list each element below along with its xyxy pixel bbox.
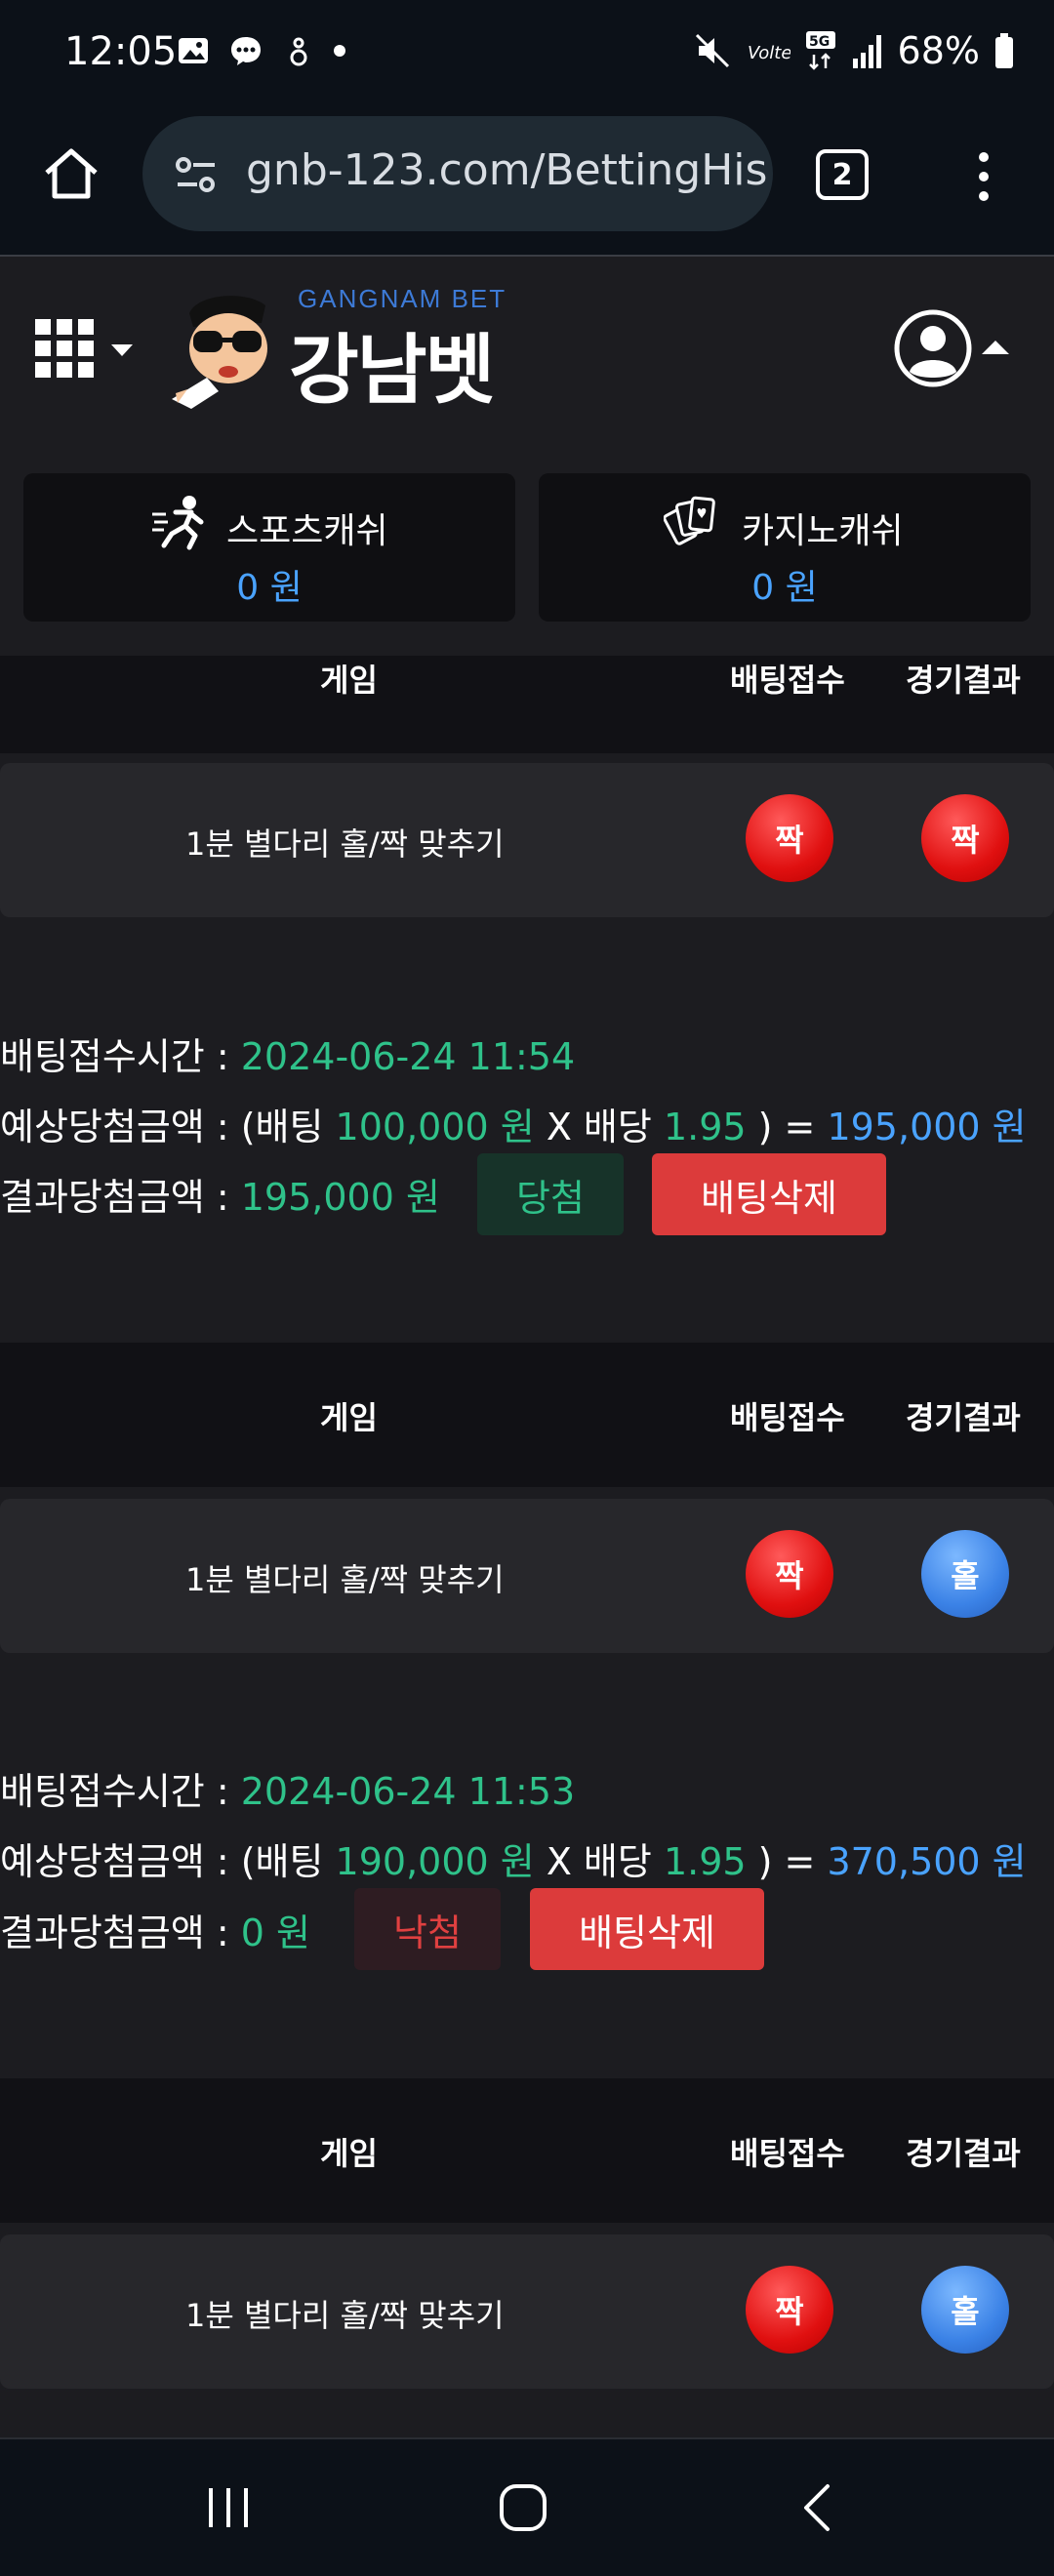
casino-cash-value: 0 원	[751, 568, 818, 608]
clock: 12:05	[64, 29, 178, 74]
game-name: 1분 별다리 홀/짝 맞추기	[185, 2297, 505, 2334]
expected-payout-line: 예상당첨금액 : (배팅 190,000 원 X 배당 1.95 ) = 370…	[0, 1831, 1027, 1885]
odds-label: X 배당	[534, 1840, 664, 1883]
bet-row: 1분 별다리 홀/짝 맞추기 짝 홀	[0, 2234, 1054, 2389]
header-result: 경기결과	[906, 2135, 1021, 2172]
gallery-icon	[179, 38, 208, 63]
battery-percent: 68%	[897, 29, 980, 72]
more-menu-icon[interactable]	[964, 147, 1003, 206]
delete-bet-button[interactable]: 배팅삭제	[652, 1153, 886, 1235]
system-navigation-bar	[0, 2437, 1054, 2576]
win-amount-label: 결과당첨금액 :	[0, 1176, 241, 1219]
home-icon[interactable]	[39, 141, 103, 206]
win-amount-label: 결과당첨금액 :	[0, 1912, 241, 1954]
header-game: 게임	[320, 662, 378, 699]
bet-time-value: 2024-06-24 11:53	[240, 1770, 576, 1813]
win-amount-value: 195,000 원	[240, 1176, 440, 1219]
url-text[interactable]: gnb-123.com/BettingHis	[246, 145, 767, 195]
bet-time-label: 배팅접수시간 :	[0, 1035, 241, 1078]
odds-value: 1.95	[663, 1106, 747, 1148]
user-account-icon[interactable]	[892, 307, 1019, 391]
logo-title: 강남벳	[289, 327, 495, 415]
header-result: 경기결과	[906, 1399, 1021, 1436]
playing-cards-icon	[664, 496, 715, 545]
odds-label: X 배당	[534, 1106, 664, 1148]
expected-value: 195,000 원	[827, 1106, 1027, 1148]
game-name: 1분 별다리 홀/짝 맞추기	[185, 825, 505, 863]
sports-runner-icon	[152, 496, 204, 550]
battery-icon	[995, 33, 1013, 68]
site-settings-icon[interactable]	[174, 153, 219, 196]
win-amount-line: 결과당첨금액 : 195,000 원	[0, 1167, 440, 1221]
header-pick: 배팅접수	[730, 1399, 845, 1436]
address-bar[interactable]: gnb-123.com/BettingHis	[142, 116, 773, 231]
casino-cash-card[interactable]: 카지노캐쉬 0 원	[539, 473, 1031, 622]
app-notification-icon	[290, 37, 307, 66]
svg-text:5G: 5G	[809, 34, 830, 50]
result-ball: 홀	[921, 2266, 1009, 2354]
pick-ball: 짝	[746, 794, 833, 882]
tab-switcher-button[interactable]: 2	[816, 149, 869, 200]
bet-row: 1분 별다리 홀/짝 맞추기 짝 홀	[0, 1499, 1054, 1653]
system-icons: Volte 5G 68%	[693, 29, 1015, 72]
expected-label: 예상당첨금액 : (배팅	[0, 1106, 336, 1148]
bet-time-label: 배팅접수시간 :	[0, 1770, 241, 1813]
result-ball: 짝	[921, 794, 1009, 882]
home-nav-icon[interactable]	[494, 2478, 552, 2537]
header-game: 게임	[320, 2135, 378, 2172]
expected-label: 예상당첨금액 : (배팅	[0, 1840, 336, 1883]
more-notifications-dot	[334, 45, 345, 57]
svg-text:Volte: Volte	[748, 43, 790, 63]
site-logo[interactable]: GANGNAM BET 강남벳	[168, 284, 529, 415]
pick-ball: 짝	[746, 1530, 833, 1618]
delete-bet-button[interactable]: 배팅삭제	[530, 1888, 764, 1970]
casino-cash-label: 카지노캐쉬	[742, 511, 904, 551]
bet-time-value: 2024-06-24 11:54	[240, 1035, 576, 1078]
bet-row: 1분 별다리 홀/짝 맞추기 짝 짝	[0, 763, 1054, 917]
header-game: 게임	[320, 1399, 378, 1436]
volte-icon: Volte	[748, 43, 790, 63]
mascot-icon	[172, 296, 267, 409]
header-pick: 배팅접수	[730, 2135, 845, 2172]
status-bar: 12:05 Volte 5G 68%	[0, 0, 1054, 112]
sports-cash-label: 스포츠캐쉬	[226, 511, 388, 551]
status-badge: 당첨	[477, 1153, 624, 1235]
header-pick: 배팅접수	[730, 662, 845, 699]
win-amount-line: 결과당첨금액 : 0 원	[0, 1903, 310, 1956]
equals-label: ) =	[746, 1840, 828, 1883]
odds-value: 1.95	[663, 1840, 747, 1883]
recent-apps-icon[interactable]	[199, 2478, 258, 2537]
stake-value: 100,000 원	[335, 1106, 535, 1148]
expected-payout-line: 예상당첨금액 : (배팅 100,000 원 X 배당 1.95 ) = 195…	[0, 1097, 1027, 1150]
chat-icon	[231, 37, 261, 65]
back-icon[interactable]	[790, 2478, 849, 2537]
mute-icon	[695, 33, 729, 68]
bet-time-line: 배팅접수시간 : 2024-06-24 11:53	[0, 1761, 575, 1815]
5g-icon: 5G	[805, 31, 835, 70]
bet-table-header: 게임 배팅접수 경기결과	[0, 2078, 1054, 2223]
game-name: 1분 별다리 홀/짝 맞추기	[185, 1561, 505, 1598]
signal-icon	[852, 35, 881, 68]
stake-value: 190,000 원	[335, 1840, 535, 1883]
bet-time-line: 배팅접수시간 : 2024-06-24 11:54	[0, 1026, 575, 1080]
site-header: GANGNAM BET 강남벳	[0, 257, 1054, 442]
browser-toolbar: gnb-123.com/BettingHis 2	[0, 112, 1054, 257]
notification-icons	[176, 33, 345, 68]
bet-table-header: 게임 배팅접수 경기결과	[0, 1343, 1054, 1487]
equals-label: ) =	[746, 1106, 828, 1148]
bet-table-header: 게임 배팅접수 경기결과	[0, 656, 1054, 753]
win-amount-value: 0 원	[240, 1912, 310, 1954]
sports-cash-value: 0 원	[236, 568, 303, 608]
result-ball: 홀	[921, 1530, 1009, 1618]
expected-value: 370,500 원	[827, 1840, 1027, 1883]
pick-ball: 짝	[746, 2266, 833, 2354]
status-badge: 낙첨	[354, 1888, 501, 1970]
sports-cash-card[interactable]: 스포츠캐쉬 0 원	[23, 473, 515, 622]
grid-menu-icon[interactable]	[35, 317, 142, 385]
header-result: 경기결과	[906, 662, 1021, 699]
